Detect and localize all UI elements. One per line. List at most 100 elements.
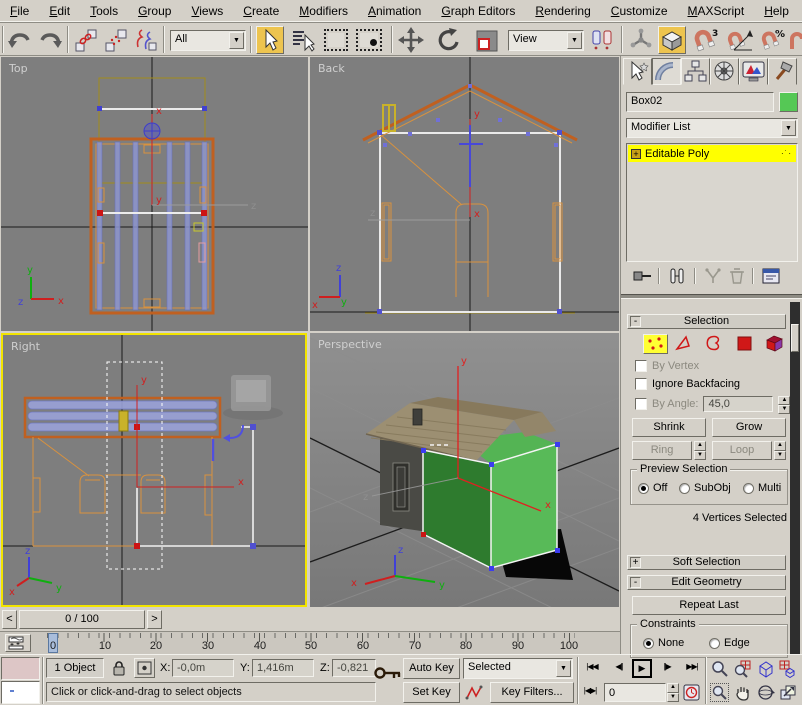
rollout-selection-header[interactable]: - Selection bbox=[627, 314, 786, 329]
tab-motion[interactable] bbox=[710, 58, 739, 85]
key-mode-dropdown[interactable]: Selected ▼ bbox=[463, 658, 573, 679]
frame-spinner[interactable]: ▲ ▼ bbox=[667, 683, 679, 702]
go-to-end-button[interactable]: ▶▶| bbox=[681, 662, 703, 671]
panel-scrollbar[interactable] bbox=[790, 302, 800, 654]
ring-button[interactable]: Ring bbox=[632, 441, 692, 460]
menu-tools[interactable]: Tools bbox=[80, 0, 128, 21]
menu-modifiers[interactable]: Modifiers bbox=[289, 0, 358, 21]
subobject-edge-button[interactable] bbox=[673, 334, 698, 354]
zoom-button[interactable] bbox=[710, 659, 729, 678]
play-button[interactable]: ▶ bbox=[632, 659, 652, 678]
min-max-toggle-button[interactable] bbox=[778, 683, 797, 702]
preview-subobj-radio[interactable]: SubObj bbox=[679, 482, 731, 494]
tab-create[interactable] bbox=[623, 58, 652, 85]
dropdown-arrow-icon[interactable]: ▼ bbox=[781, 120, 796, 136]
stack-expand-icon[interactable]: + bbox=[631, 148, 641, 159]
rectangular-selection-region-button[interactable] bbox=[324, 29, 348, 51]
key-filters-button[interactable]: Key Filters... bbox=[490, 682, 574, 703]
rollout-soft-selection-header[interactable]: + Soft Selection bbox=[627, 555, 786, 570]
remove-modifier-button[interactable] bbox=[726, 266, 748, 286]
menu-views[interactable]: Views bbox=[181, 0, 233, 21]
viewport-right[interactable]: y x z x y Right bbox=[3, 335, 305, 605]
next-frame-button[interactable]: ||▶ bbox=[656, 662, 678, 671]
dropdown-arrow-icon[interactable]: ▼ bbox=[567, 32, 582, 49]
time-configuration-button[interactable] bbox=[682, 683, 701, 702]
tab-display[interactable] bbox=[739, 58, 768, 85]
viewport-top[interactable]: x y z y x z Top bbox=[1, 57, 308, 331]
subobject-element-button[interactable] bbox=[763, 334, 788, 354]
arc-rotate-button[interactable] bbox=[756, 683, 775, 702]
current-frame-field[interactable]: 0 bbox=[604, 683, 666, 702]
configure-modifier-sets-button[interactable] bbox=[760, 266, 782, 286]
select-and-manipulate-button[interactable] bbox=[628, 27, 654, 53]
maxscript-mini-listener-pink[interactable] bbox=[1, 657, 40, 680]
panel-scrollbar-thumb[interactable] bbox=[791, 324, 799, 352]
snaps-toggle-button[interactable] bbox=[658, 26, 686, 54]
new-key-curve-button[interactable] bbox=[463, 682, 487, 703]
set-keys-key-icon[interactable] bbox=[372, 663, 402, 683]
menu-graph-editors[interactable]: Graph Editors bbox=[431, 0, 525, 21]
loop-spinner[interactable]: ▲ ▼ bbox=[774, 441, 786, 460]
maxscript-mini-listener-white[interactable] bbox=[1, 681, 40, 704]
collapse-icon[interactable]: - bbox=[630, 316, 641, 327]
undo-button[interactable] bbox=[7, 27, 33, 53]
select-and-link-button[interactable] bbox=[73, 27, 99, 53]
select-by-name-button[interactable] bbox=[290, 27, 316, 53]
mirror-button[interactable] bbox=[589, 27, 615, 53]
viewport-perspective-label[interactable]: Perspective bbox=[318, 338, 382, 351]
shrink-button[interactable]: Shrink bbox=[632, 418, 706, 437]
x-coord-field[interactable]: -0,0m bbox=[172, 659, 234, 677]
rollout-edit-geometry-header[interactable]: - Edit Geometry bbox=[627, 575, 786, 590]
menu-help[interactable]: Help bbox=[754, 0, 799, 21]
viewport-top-label[interactable]: Top bbox=[8, 62, 28, 75]
viewport-right-label[interactable]: Right bbox=[11, 340, 41, 353]
redo-button[interactable] bbox=[37, 27, 63, 53]
zoom-all-button[interactable] bbox=[733, 659, 752, 678]
tab-utilities[interactable] bbox=[768, 58, 797, 85]
angle-snap-toggle-button[interactable] bbox=[726, 27, 754, 53]
bind-to-space-warp-button[interactable] bbox=[133, 27, 159, 53]
menu-animation[interactable]: Animation bbox=[358, 0, 431, 21]
ignore-backfacing-checkbox[interactable] bbox=[635, 378, 647, 390]
ring-spinner[interactable]: ▲ ▼ bbox=[694, 441, 706, 460]
go-to-start-button[interactable]: |◀◀ bbox=[581, 662, 603, 671]
zoom-extents-all-button[interactable] bbox=[778, 659, 797, 678]
time-slider-handle[interactable]: 0 / 100 bbox=[19, 610, 145, 629]
subobject-polygon-button[interactable] bbox=[733, 334, 758, 354]
object-color-swatch[interactable] bbox=[779, 92, 798, 112]
selection-filter-dropdown[interactable]: All ▼ bbox=[170, 30, 246, 51]
viewport-perspective[interactable]: y x z z x y Perspective bbox=[310, 333, 619, 607]
selection-lock-icon[interactable] bbox=[110, 659, 128, 677]
collapse-icon[interactable]: - bbox=[630, 577, 641, 588]
reference-coordinate-dropdown[interactable]: View ▼ bbox=[508, 30, 584, 51]
preview-multi-radio[interactable]: Multi bbox=[743, 482, 781, 494]
modifier-list-dropdown[interactable]: Modifier List ▼ bbox=[626, 118, 798, 138]
pin-stack-button[interactable] bbox=[631, 266, 653, 286]
set-key-button[interactable]: Set Key bbox=[403, 682, 460, 703]
viewport-back-label[interactable]: Back bbox=[318, 62, 345, 75]
menu-maxscript[interactable]: MAXScript bbox=[678, 0, 755, 21]
z-coord-field[interactable]: -0,821 bbox=[332, 659, 376, 677]
track-bar[interactable]: 0 10 20 30 40 50 60 70 80 90 100 bbox=[0, 631, 620, 654]
time-slider-prev-button[interactable]: < bbox=[2, 610, 17, 629]
subobject-border-button[interactable] bbox=[703, 334, 728, 354]
tab-hierarchy[interactable] bbox=[681, 58, 710, 85]
viewport-back[interactable]: y x z z x y Back bbox=[310, 57, 619, 331]
dropdown-arrow-icon[interactable]: ▼ bbox=[229, 32, 244, 49]
zoom-extents-button[interactable] bbox=[756, 659, 775, 678]
zoom-region-button[interactable] bbox=[710, 683, 729, 702]
by-angle-checkbox[interactable] bbox=[635, 398, 647, 410]
by-vertex-checkbox[interactable] bbox=[635, 360, 647, 372]
select-and-move-button[interactable] bbox=[398, 27, 424, 53]
menu-rendering[interactable]: Rendering bbox=[525, 0, 600, 21]
time-slider-next-button[interactable]: > bbox=[147, 610, 162, 629]
modifier-stack[interactable]: + Editable Poly ·˙· bbox=[626, 143, 798, 262]
snap-toggle-3d-button[interactable]: 3 bbox=[692, 27, 720, 53]
menu-customize[interactable]: Customize bbox=[601, 0, 678, 21]
by-angle-field[interactable]: 45,0 bbox=[703, 396, 774, 412]
show-end-result-button[interactable] bbox=[666, 266, 688, 286]
grow-button[interactable]: Grow bbox=[712, 418, 786, 437]
constraints-none-radio[interactable]: None bbox=[643, 637, 684, 649]
menu-group[interactable]: Group bbox=[128, 0, 181, 21]
select-object-button[interactable] bbox=[256, 26, 284, 54]
